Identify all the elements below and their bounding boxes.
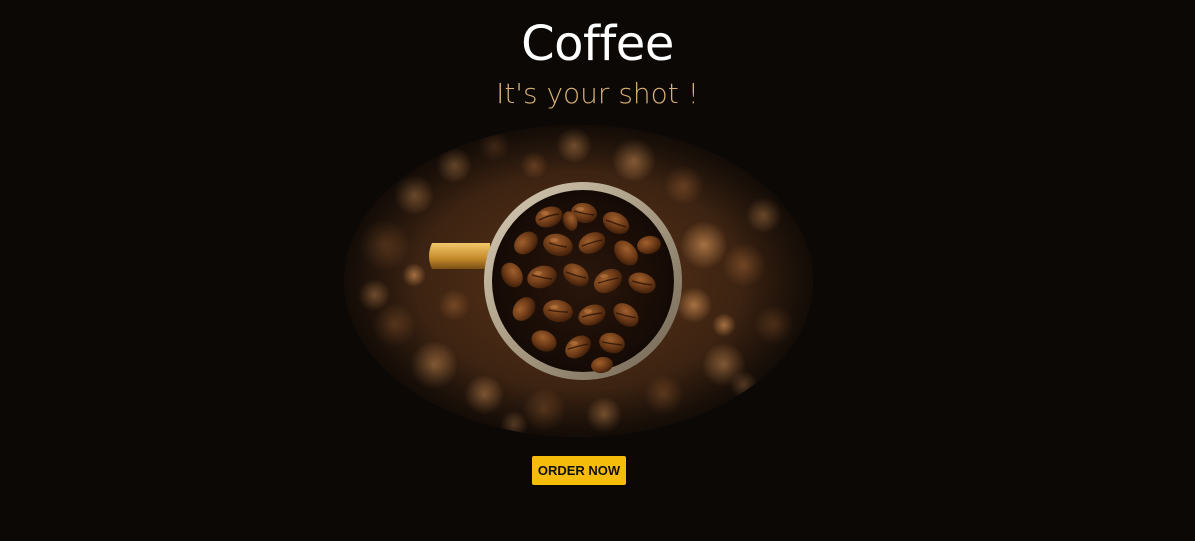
coffee-hero-image bbox=[344, 125, 813, 437]
page-title: Coffee bbox=[521, 16, 674, 72]
page-subtitle: It's your shot ! bbox=[496, 77, 699, 110]
landing-page: Coffee It's your shot ! ORDER NOW bbox=[0, 0, 1195, 541]
order-now-button[interactable]: ORDER NOW bbox=[532, 456, 626, 485]
